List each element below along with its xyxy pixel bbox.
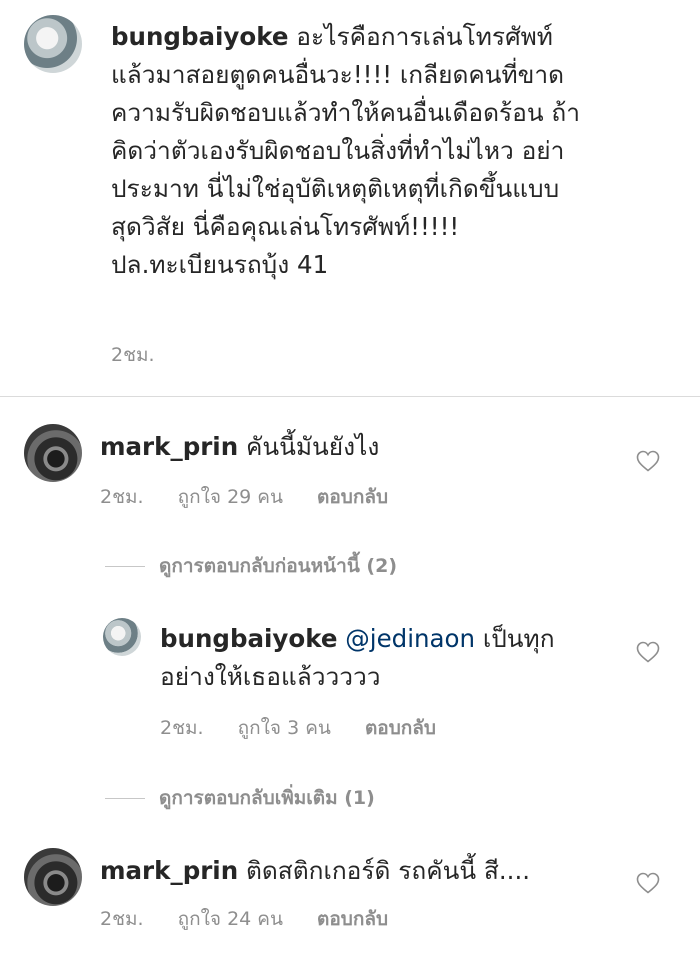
caption-text: bungbaiyoke อะไรคือการเล่นโทรศัพท์แล้วมา… bbox=[111, 18, 581, 284]
comment-likes[interactable]: ถูกใจ 29 คน bbox=[178, 486, 283, 508]
reply-username[interactable]: bungbaiyoke bbox=[160, 624, 337, 653]
comment-likes[interactable]: ถูกใจ 24 คน bbox=[178, 908, 283, 930]
reply-meta: 2ชม. ถูกใจ 3 คน ตอบกลับ bbox=[160, 713, 464, 743]
comment-meta: 2ชม. ถูกใจ 29 คน ตอบกลับ bbox=[100, 482, 416, 512]
comment-body: คันนี้มันยังไง bbox=[238, 432, 380, 461]
comment-body: ติดสติกเกอร์ดิ รถคันนี้ สี.... bbox=[238, 856, 531, 885]
reply-time: 2ชม. bbox=[160, 717, 204, 739]
comment-username[interactable]: mark_prin bbox=[100, 856, 238, 885]
reply-button[interactable]: ตอบกลับ bbox=[365, 717, 436, 739]
caption-time: 2ชม. bbox=[111, 344, 155, 366]
reply-button[interactable]: ตอบกลับ bbox=[317, 908, 388, 930]
view-previous-label: ดูการตอบกลับก่อนหน้านี้ (2) bbox=[159, 555, 398, 577]
caption-meta: 2ชม. bbox=[111, 340, 183, 370]
view-more-replies[interactable]: ดูการตอบกลับเพิ่มเติม (1) bbox=[105, 783, 375, 813]
view-more-label: ดูการตอบกลับเพิ่มเติม (1) bbox=[159, 787, 375, 809]
avatar[interactable] bbox=[24, 424, 82, 482]
comment-time: 2ชม. bbox=[100, 486, 144, 508]
avatar[interactable] bbox=[24, 848, 82, 906]
comment-username[interactable]: mark_prin bbox=[100, 432, 238, 461]
caption-username[interactable]: bungbaiyoke bbox=[111, 22, 288, 51]
reply-likes[interactable]: ถูกใจ 3 คน bbox=[238, 717, 331, 739]
comment-text: mark_prin คันนี้มันยังไง bbox=[100, 428, 379, 466]
comment-meta: 2ชม. ถูกใจ 24 คน ตอบกลับ bbox=[100, 904, 416, 934]
reply-mention[interactable]: @jedinaon bbox=[345, 624, 475, 653]
comment-time: 2ชม. bbox=[100, 908, 144, 930]
avatar[interactable] bbox=[103, 618, 141, 656]
comment-text: mark_prin ติดสติกเกอร์ดิ รถคันนี้ สี.... bbox=[100, 852, 530, 890]
reply-button[interactable]: ตอบกลับ bbox=[317, 486, 388, 508]
heart-outline-icon[interactable] bbox=[636, 450, 660, 472]
heart-outline-icon[interactable] bbox=[636, 872, 660, 894]
thread-rule bbox=[105, 566, 145, 567]
view-previous-replies[interactable]: ดูการตอบกลับก่อนหน้านี้ (2) bbox=[105, 551, 397, 581]
thread-rule bbox=[105, 798, 145, 799]
reply-text: bungbaiyoke @jedinaon เป็นทุกอย่างให้เธอ… bbox=[160, 620, 600, 696]
caption-body: อะไรคือการเล่นโทรศัพท์แล้วมาสอยตูดคนอื่น… bbox=[111, 22, 581, 279]
post-caption: bungbaiyoke อะไรคือการเล่นโทรศัพท์แล้วมา… bbox=[0, 0, 700, 396]
divider bbox=[0, 396, 700, 397]
avatar[interactable] bbox=[24, 15, 82, 73]
heart-outline-icon[interactable] bbox=[636, 641, 660, 663]
